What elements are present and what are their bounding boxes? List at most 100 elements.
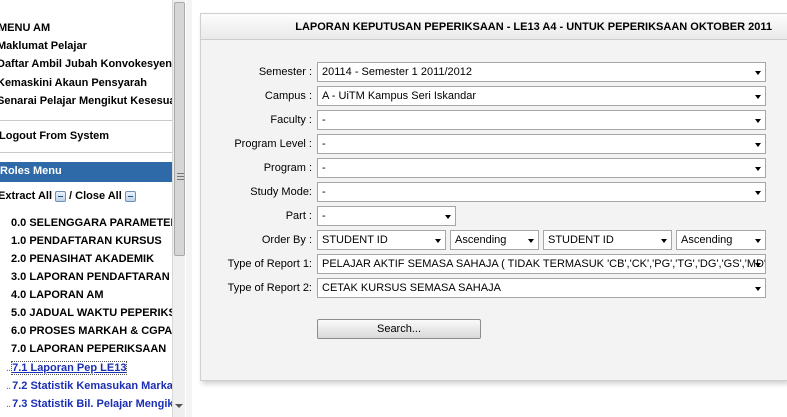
sidebar-scrollbar[interactable] — [172, 0, 185, 417]
program-level-row: Program Level : - — [201, 134, 787, 154]
faculty-row: Faculty : - — [201, 110, 787, 130]
tree-connector: .. — [6, 398, 11, 410]
dropdown-arrow-icon — [755, 263, 761, 267]
menu-link-daftar-jubah[interactable]: Daftar Ambil Jubah Konvokesyen — [0, 58, 172, 70]
expand-all-icon[interactable] — [55, 190, 67, 202]
dropdown-arrow-icon — [755, 239, 761, 243]
semester-label: Semester : — [258, 66, 312, 78]
program-label: Program : — [263, 162, 312, 174]
semester-value: 20114 - Semester 1 2011/2012 — [322, 66, 473, 78]
order-by-direction2-value: Ascending — [681, 234, 733, 246]
campus-value: A - UiTM Kampus Seri Iskandar — [322, 90, 477, 102]
scrollbar-thumb[interactable] — [174, 2, 185, 256]
tree-connector: .. — [6, 380, 11, 392]
dropdown-arrow-icon — [755, 71, 761, 75]
dropdown-arrow-icon — [435, 239, 441, 243]
dropdown-arrow-icon — [755, 119, 761, 123]
dropdown-arrow-icon — [445, 215, 451, 219]
order-by-field2-select[interactable]: STUDENT ID — [543, 230, 672, 250]
tree-item-selenggara[interactable]: 0.0 SELENGGARA PARAMETER — [11, 217, 172, 229]
report-type1-label: Type of Report 1: — [227, 258, 312, 270]
faculty-label: Faculty : — [270, 114, 312, 126]
dropdown-arrow-icon — [661, 239, 667, 243]
dropdown-arrow-icon — [755, 95, 761, 99]
study-mode-row: Study Mode: - — [201, 182, 787, 202]
report-type2-row: Type of Report 2: CETAK KURSUS SEMASA SA… — [201, 278, 787, 298]
panel-title: LAPORAN KEPUTUSAN PEPERIKSAAN - LE13 A4 … — [201, 14, 787, 40]
report-type1-row: Type of Report 1: PELAJAR AKTIF SEMASA S… — [201, 254, 787, 274]
report-type1-value: PELAJAR AKTIF SEMASA SAHAJA ( TIDAK TERM… — [322, 258, 766, 270]
tree-subitem-statistik-kemasukan[interactable]: .. 7.2 Statistik Kemasukan Markah — [6, 380, 172, 392]
order-by-direction-value: Ascending — [455, 234, 507, 246]
program-level-select[interactable]: - — [317, 134, 766, 154]
part-value: - — [322, 210, 326, 222]
program-select[interactable]: - — [317, 158, 766, 178]
tree-subitem-label: 7.2 Statistik Kemasukan Markah — [12, 380, 172, 392]
dropdown-arrow-icon — [528, 239, 534, 243]
tree-connector: .. — [6, 362, 11, 374]
faculty-select[interactable]: - — [317, 110, 766, 130]
dropdown-arrow-icon — [755, 287, 761, 291]
part-label: Part : — [285, 210, 312, 222]
tree-item-pendaftaran[interactable]: 1.0 PENDAFTARAN KURSUS — [11, 235, 162, 247]
report-type2-select[interactable]: CETAK KURSUS SEMASA SAHAJA — [317, 278, 766, 298]
menu-title: MENU AM — [0, 22, 51, 34]
report-form-panel: LAPORAN KEPUTUSAN PEPERIKSAAN - LE13 A4 … — [200, 13, 787, 381]
sidebar-divider — [0, 120, 172, 121]
search-button[interactable]: Search... — [317, 319, 481, 339]
tree-item-penasihat[interactable]: 2.0 PENASIHAT AKADEMIK — [11, 253, 154, 265]
tree-subitem-laporan-pep[interactable]: .. 7.1 Laporan Pep LE13 — [6, 361, 128, 375]
menu-link-maklumat-pelajar[interactable]: Maklumat Pelajar — [0, 40, 87, 52]
tree-subitem-label: 7.1 Laporan Pep LE13 — [11, 361, 128, 375]
campus-select[interactable]: A - UiTM Kampus Seri Iskandar — [317, 86, 766, 106]
dropdown-arrow-icon — [755, 167, 761, 171]
tree-subitem-statistik-bil[interactable]: .. 7.3 Statistik Bil. Pelajar Mengikut — [6, 398, 172, 410]
dropdown-arrow-icon — [755, 143, 761, 147]
sidebar-divider — [0, 152, 172, 153]
menu-link-senarai-pelajar[interactable]: Senarai Pelajar Mengikut Kesesuaian — [0, 95, 172, 107]
tree-subitem-label: 7.3 Statistik Bil. Pelajar Mengikut — [12, 398, 172, 410]
campus-row: Campus : A - UiTM Kampus Seri Iskandar — [201, 86, 787, 106]
program-level-value: - — [322, 138, 326, 150]
grip-icon — [177, 173, 184, 180]
menu-link-kemaskini-akaun[interactable]: Kemaskini Akaun Pensyarah — [0, 77, 147, 89]
report-type2-value: CETAK KURSUS SEMASA SAHAJA — [322, 282, 501, 294]
pane-splitter[interactable] — [186, 0, 192, 417]
order-by-direction-select[interactable]: Ascending — [450, 230, 539, 250]
report-type1-select[interactable]: PELAJAR AKTIF SEMASA SAHAJA ( TIDAK TERM… — [317, 254, 766, 274]
faculty-value: - — [322, 114, 326, 126]
semester-row: Semester : 20114 - Semester 1 2011/2012 — [201, 62, 787, 82]
order-by-field-value: STUDENT ID — [322, 234, 388, 246]
expand-collapse-row: Extract All / Close All — [0, 190, 139, 202]
close-all-link[interactable]: / Close All — [69, 190, 122, 202]
close-all-icon[interactable] — [124, 190, 136, 202]
scroll-down-arrow-icon[interactable] — [175, 404, 183, 408]
roles-menu-header: Roles Menu — [0, 162, 172, 182]
report-type2-label: Type of Report 2: — [227, 282, 312, 294]
study-mode-select[interactable]: - — [317, 182, 766, 202]
part-select[interactable]: - — [317, 206, 456, 226]
expand-all-link[interactable]: Extract All — [0, 190, 52, 202]
order-by-row: Order By : STUDENT ID Ascending STUDENT … — [201, 230, 787, 250]
study-mode-label: Study Mode: — [250, 186, 312, 198]
tree-item-laporan-pendaftaran[interactable]: 3.0 LAPORAN PENDAFTARAN KURSUS — [11, 271, 172, 283]
order-by-direction2-select[interactable]: Ascending — [676, 230, 766, 250]
order-by-field2-value: STUDENT ID — [548, 234, 614, 246]
roles-menu-title: Roles Menu — [0, 165, 62, 177]
tree-item-laporan-peperiksaan[interactable]: 7.0 LAPORAN PEPERIKSAAN — [11, 343, 166, 355]
logout-link[interactable]: Logout From System — [0, 130, 109, 142]
part-row: Part : - — [201, 206, 787, 226]
program-level-label: Program Level : — [234, 138, 312, 150]
campus-label: Campus : — [264, 90, 312, 102]
study-mode-value: - — [322, 186, 326, 198]
order-by-label: Order By : — [261, 234, 312, 246]
dropdown-arrow-icon — [755, 191, 761, 195]
program-row: Program : - — [201, 158, 787, 178]
semester-select[interactable]: 20114 - Semester 1 2011/2012 — [317, 62, 766, 82]
tree-item-laporan-am[interactable]: 4.0 LAPORAN AM — [11, 289, 104, 301]
tree-item-jadual-waktu[interactable]: 5.0 JADUAL WAKTU PEPERIKSAAN — [11, 307, 172, 319]
order-by-field-select[interactable]: STUDENT ID — [317, 230, 446, 250]
left-sidebar: MENU AM Maklumat Pelajar Daftar Ambil Ju… — [0, 0, 172, 417]
program-value: - — [322, 162, 326, 174]
tree-item-proses-markah[interactable]: 6.0 PROSES MARKAH & CGPA — [11, 325, 172, 337]
